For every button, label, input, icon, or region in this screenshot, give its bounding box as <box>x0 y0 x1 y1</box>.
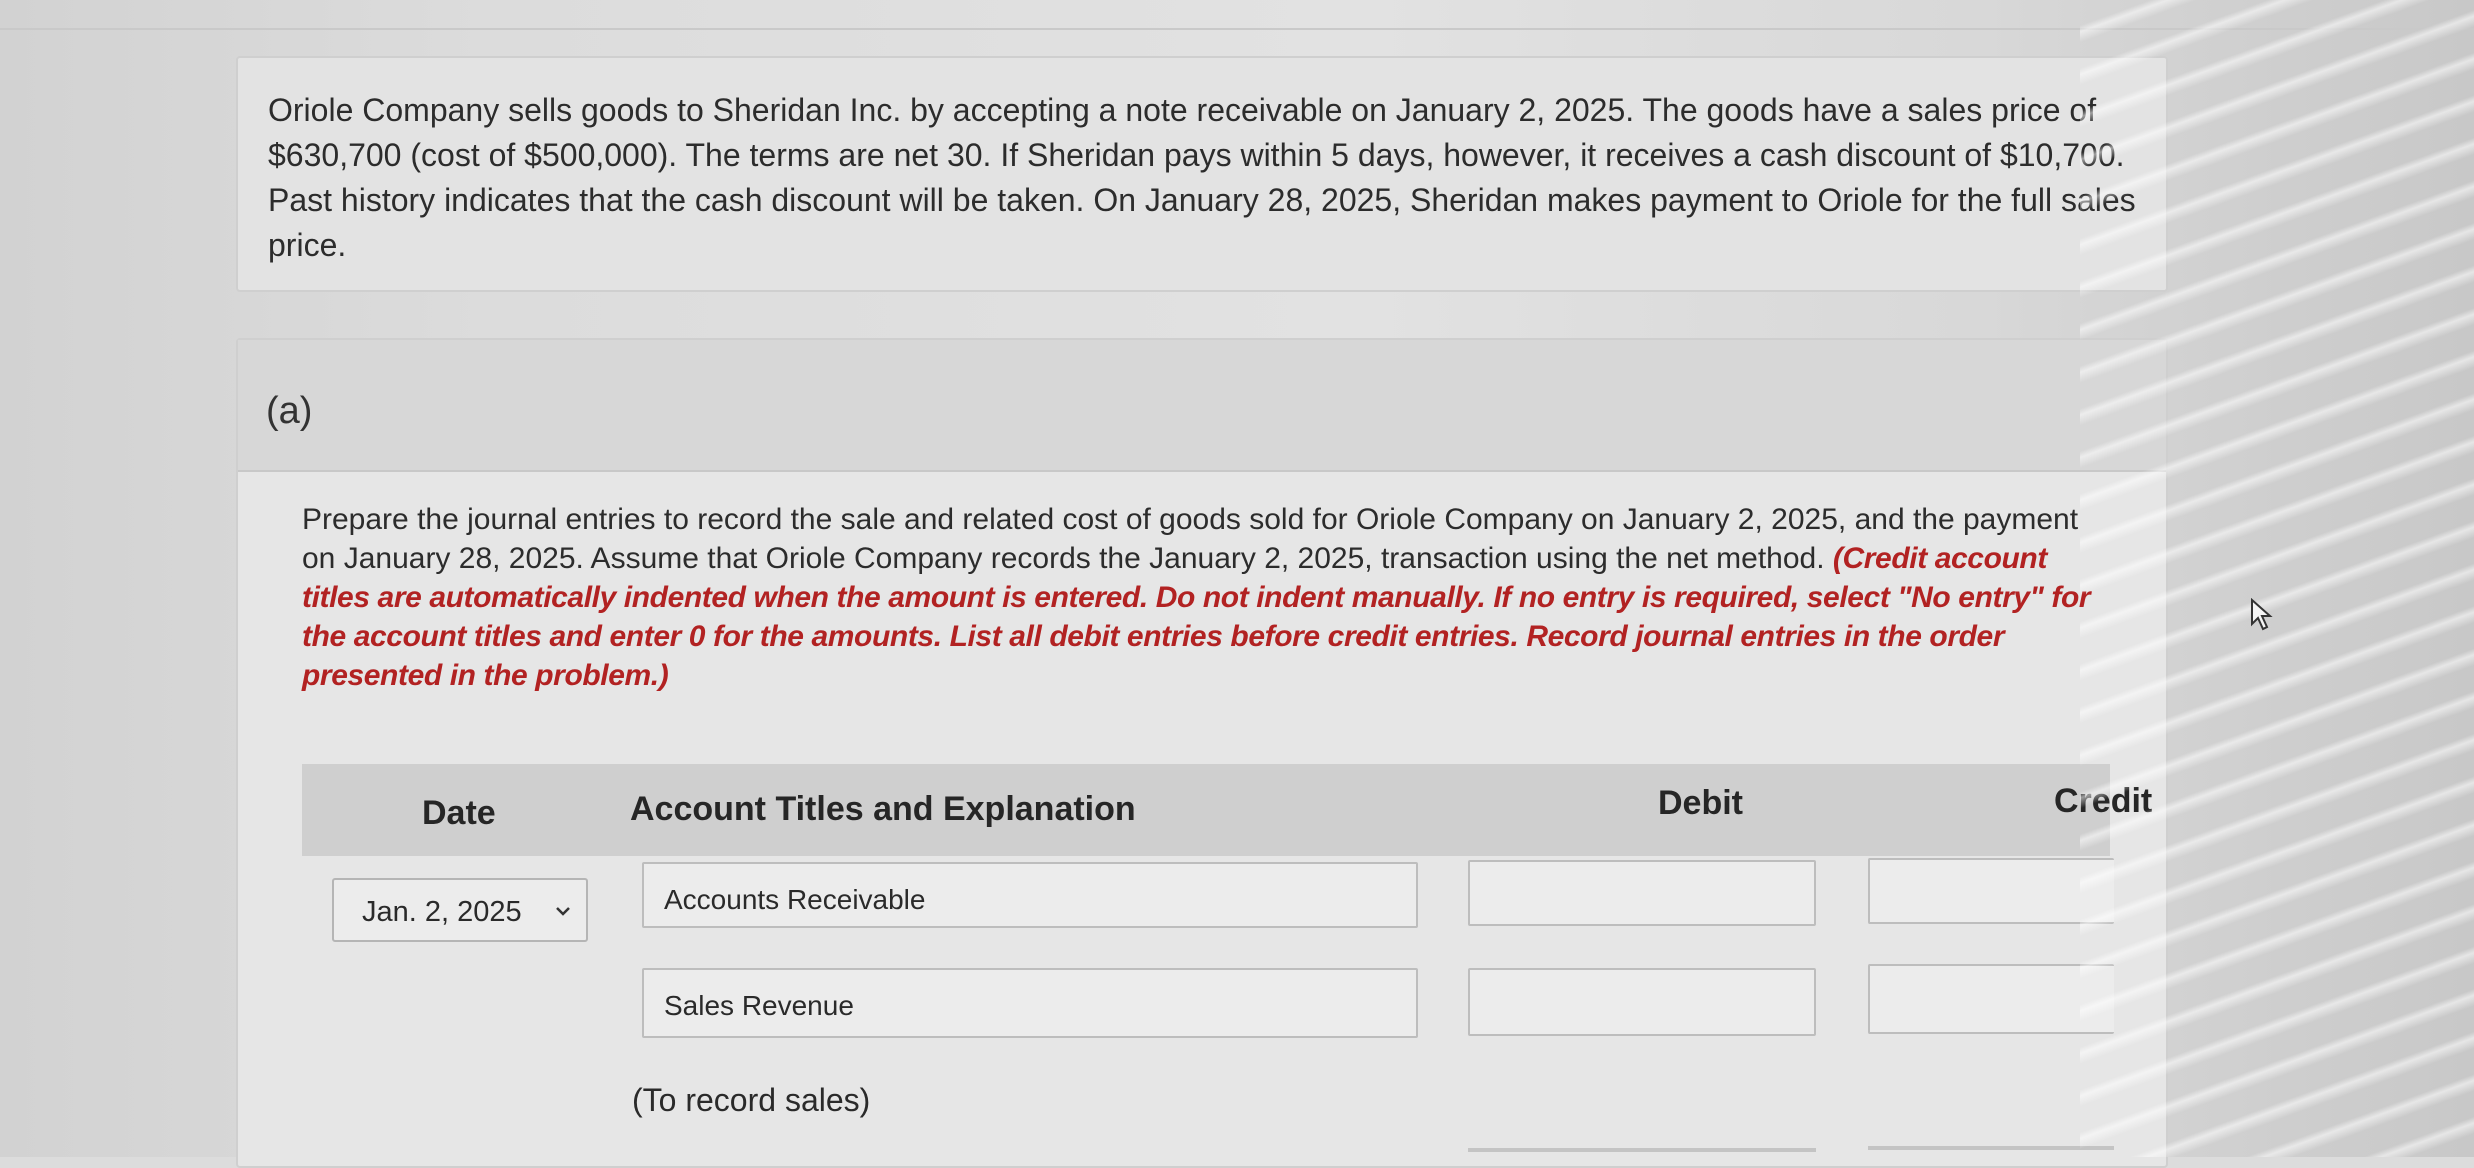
part-header: (a) <box>238 340 2166 472</box>
debit-column-header: Debit <box>1658 784 1743 822</box>
part-label: (a) <box>266 390 313 432</box>
date-select-value: Jan. 2, 2025 <box>362 896 522 928</box>
account-column-header: Account Titles and Explanation <box>630 790 1136 828</box>
credit-input-2[interactable] <box>1868 964 2114 1034</box>
problem-card: Oriole Company sells goods to Sheridan I… <box>236 56 2168 292</box>
problem-text: Oriole Company sells goods to Sheridan I… <box>268 92 2136 263</box>
date-select[interactable]: Jan. 2, 2025 <box>332 878 588 942</box>
account-title-value-1: Accounts Receivable <box>664 884 926 915</box>
account-title-input-2[interactable]: Sales Revenue <box>642 968 1418 1038</box>
mouse-cursor-icon <box>2250 597 2276 632</box>
debit-input-3-edge[interactable] <box>1468 1148 1816 1152</box>
debit-input-2[interactable] <box>1468 968 1816 1036</box>
chevron-down-icon <box>554 894 572 935</box>
account-title-value-2: Sales Revenue <box>664 990 854 1021</box>
part-card: (a) Prepare the journal entries to recor… <box>236 338 2168 1168</box>
credit-input-1[interactable] <box>1868 858 2114 924</box>
credit-input-3-edge[interactable] <box>1868 1146 2114 1150</box>
credit-column-header: Credit <box>2054 782 2153 820</box>
instructions: Prepare the journal entries to record th… <box>302 500 2102 695</box>
debit-input-1[interactable] <box>1468 860 1816 926</box>
journal-table-header: Date Account Titles and Explanation Debi… <box>302 764 2152 856</box>
date-column-header: Date <box>422 794 496 832</box>
top-divider <box>0 28 2474 30</box>
account-title-input-1[interactable]: Accounts Receivable <box>642 862 1418 928</box>
entry-explanation: (To record sales) <box>632 1082 871 1118</box>
instruction-text: Prepare the journal entries to record th… <box>302 503 2079 575</box>
